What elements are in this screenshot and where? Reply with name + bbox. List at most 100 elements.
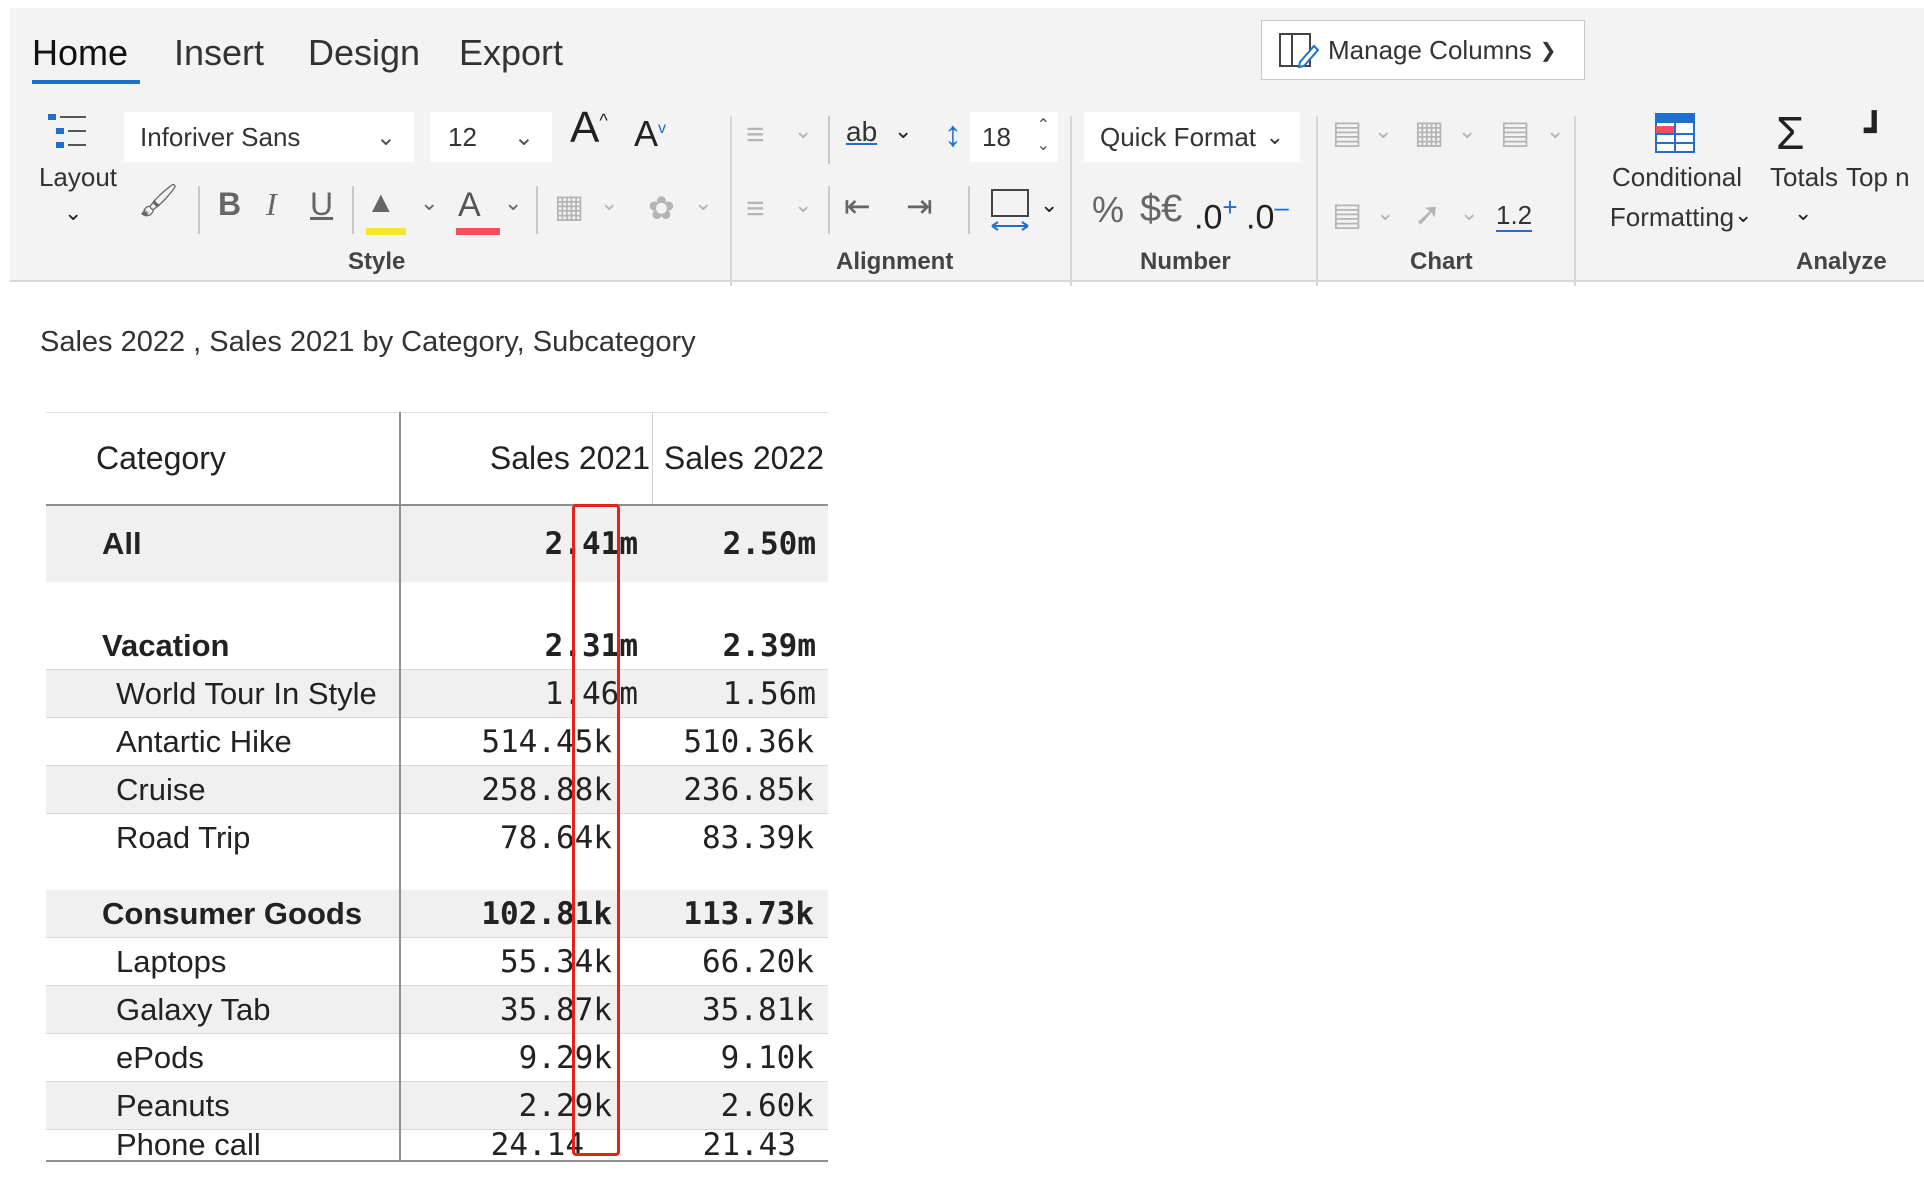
sales-2022-value: 2.60k (720, 1088, 814, 1124)
align-left-icon[interactable]: ≡ (746, 118, 765, 150)
layout-button[interactable] (46, 112, 90, 161)
font-color-button[interactable]: A (456, 188, 500, 235)
fill-color-swatch (366, 228, 406, 235)
table-row[interactable]: Peanuts 2.29k 2.60k (46, 1082, 828, 1130)
chevron-down-icon[interactable]: ⌄ (504, 192, 522, 214)
cell-padding-button[interactable] (988, 186, 1032, 237)
separator (352, 186, 354, 234)
chevron-down-icon[interactable]: ⌄ (1794, 202, 1812, 224)
chevron-down-icon[interactable]: ⌄ (794, 120, 812, 142)
group-separator (730, 116, 732, 286)
top-n-label: Top n (1846, 162, 1910, 192)
borders-icon[interactable]: ▦ (554, 190, 584, 222)
underline-icon[interactable]: U (310, 188, 333, 220)
table-row[interactable]: ePods 9.29k 9.10k (46, 1034, 828, 1082)
format-painter-icon[interactable]: 🖌 (138, 184, 179, 216)
bold-icon[interactable]: B (218, 188, 241, 220)
sales-2022-value: 66.20k (702, 944, 814, 980)
paint-bucket-icon: ▲ (366, 186, 396, 219)
tab-export[interactable]: Export (459, 32, 563, 74)
layout-label: Layout (38, 162, 118, 192)
tab-home[interactable]: Home (32, 32, 128, 74)
column-header-sales-2021[interactable]: Sales 2021 (400, 412, 650, 504)
row-label: Galaxy Tab (116, 992, 271, 1027)
font-size-select[interactable]: 12 ⌄ (430, 112, 552, 162)
percent-icon[interactable]: % (1092, 192, 1124, 228)
spinner-icon[interactable]: ⌃ ⌄ (1037, 116, 1050, 156)
decrease-decimal-icon[interactable]: .0– (1246, 194, 1289, 234)
table-row[interactable]: World Tour In Style 1.46m 1.56m (46, 670, 828, 718)
group-separator (1574, 116, 1576, 286)
bar-chart-icon[interactable]: ▤ (1332, 116, 1362, 148)
manage-columns-button[interactable]: Manage Columns ❯ (1261, 20, 1585, 80)
chevron-down-icon[interactable]: ⌄ (1040, 194, 1058, 216)
chevron-down-icon[interactable]: ⌄ (894, 120, 912, 142)
sparkline-icon[interactable]: ➚ (1414, 198, 1441, 230)
chart-decimal-button[interactable]: 1.2 (1496, 200, 1533, 232)
chevron-down-icon[interactable]: ⌄ (694, 192, 712, 214)
wrap-text-icon[interactable]: ab (846, 118, 877, 146)
waterfall-chart-icon[interactable]: ▦ (1414, 116, 1444, 148)
chevron-down-icon[interactable]: ⌄ (794, 194, 812, 216)
decrease-font-icon[interactable]: Av (634, 116, 666, 152)
column-header-sales-2022[interactable]: Sales 2022 (654, 412, 824, 504)
chevron-down-icon[interactable]: ⌄ (1546, 120, 1564, 142)
table-border-bottom (46, 1160, 828, 1162)
chevron-down-icon[interactable]: ⌄ (600, 192, 618, 214)
chevron-down-icon[interactable]: ⌄ (1376, 202, 1394, 224)
group-separator (1316, 116, 1318, 286)
fill-color-button[interactable]: ▲ (366, 186, 406, 235)
top-n-icon[interactable]: ┛ (1864, 114, 1884, 148)
table-row[interactable]: Galaxy Tab 35.87k 35.81k (46, 986, 828, 1034)
table-row[interactable]: Cruise 258.88k 236.85k (46, 766, 828, 814)
increase-decimal-icon[interactable]: .0+ (1194, 194, 1238, 234)
table-row[interactable]: Vacation 2.31m 2.39m (46, 582, 828, 670)
visibility-off-icon[interactable]: ✿ (648, 192, 675, 224)
separator (828, 186, 830, 234)
conditional-formatting-button[interactable] (1654, 112, 1696, 159)
decrease-indent-icon[interactable]: ⇤ (844, 190, 871, 222)
row-label: Peanuts (116, 1088, 230, 1123)
chevron-down-icon[interactable]: ⌄ (1458, 120, 1476, 142)
table-row[interactable]: Phone call 24.14 21.43 (46, 1127, 828, 1163)
group-label-analyze: Analyze (1796, 248, 1887, 275)
chevron-down-icon[interactable]: ⌄ (1734, 204, 1752, 226)
row-height-value: 18 (982, 121, 1011, 152)
group-label-alignment: Alignment (836, 248, 954, 275)
quick-format-label: Quick Format (1100, 121, 1257, 152)
chevron-down-icon: ⌄ (1265, 124, 1284, 149)
tab-insert[interactable]: Insert (174, 32, 264, 74)
row-label: Road Trip (116, 820, 251, 855)
sales-2022-value: 35.81k (702, 992, 814, 1028)
align-middle-icon[interactable]: ≡ (746, 192, 765, 224)
quick-format-select[interactable]: Quick Format ⌄ (1084, 112, 1300, 162)
table-row[interactable]: Antartic Hike 514.45k 510.36k (46, 718, 828, 766)
currency-icon[interactable]: $€ (1140, 190, 1182, 228)
conditional-formatting-label-1: Conditional (1611, 162, 1743, 192)
chevron-down-icon[interactable]: ⌄ (1374, 120, 1392, 142)
increase-font-icon[interactable]: A^ (570, 106, 608, 150)
italic-icon[interactable]: I (266, 188, 277, 220)
table-row[interactable]: Laptops 55.34k 66.20k (46, 938, 828, 986)
bullet-chart-icon[interactable]: ▤ (1332, 198, 1362, 230)
separator (198, 186, 200, 234)
chevron-down-icon[interactable]: ⌄ (420, 192, 438, 214)
table-row[interactable]: Consumer Goods 102.81k 113.73k (46, 862, 828, 938)
highlight-box (572, 504, 620, 1156)
row-label: Cruise (116, 772, 206, 807)
table-row[interactable]: All 2.41m 2.50m (46, 506, 828, 582)
chevron-down-icon[interactable]: ⌄ (1460, 202, 1478, 224)
chevron-down-icon[interactable]: ⌄ (64, 202, 82, 224)
column-header-category[interactable]: Category (96, 412, 396, 504)
sigma-icon[interactable]: Σ (1776, 110, 1804, 156)
table-border-top (46, 412, 828, 413)
conditional-formatting-label-2: Formatting (1609, 202, 1735, 232)
increase-indent-icon[interactable]: ⇥ (906, 190, 933, 222)
row-height-input[interactable]: 18 ⌃ ⌄ (970, 112, 1058, 162)
variance-chart-icon[interactable]: ▤ (1500, 116, 1530, 148)
chevron-down-icon: ⌄ (513, 123, 534, 151)
row-label: Antartic Hike (116, 724, 292, 759)
tab-design[interactable]: Design (308, 32, 420, 74)
font-family-select[interactable]: Inforiver Sans ⌄ (124, 112, 414, 162)
table-row[interactable]: Road Trip 78.64k 83.39k (46, 814, 828, 862)
